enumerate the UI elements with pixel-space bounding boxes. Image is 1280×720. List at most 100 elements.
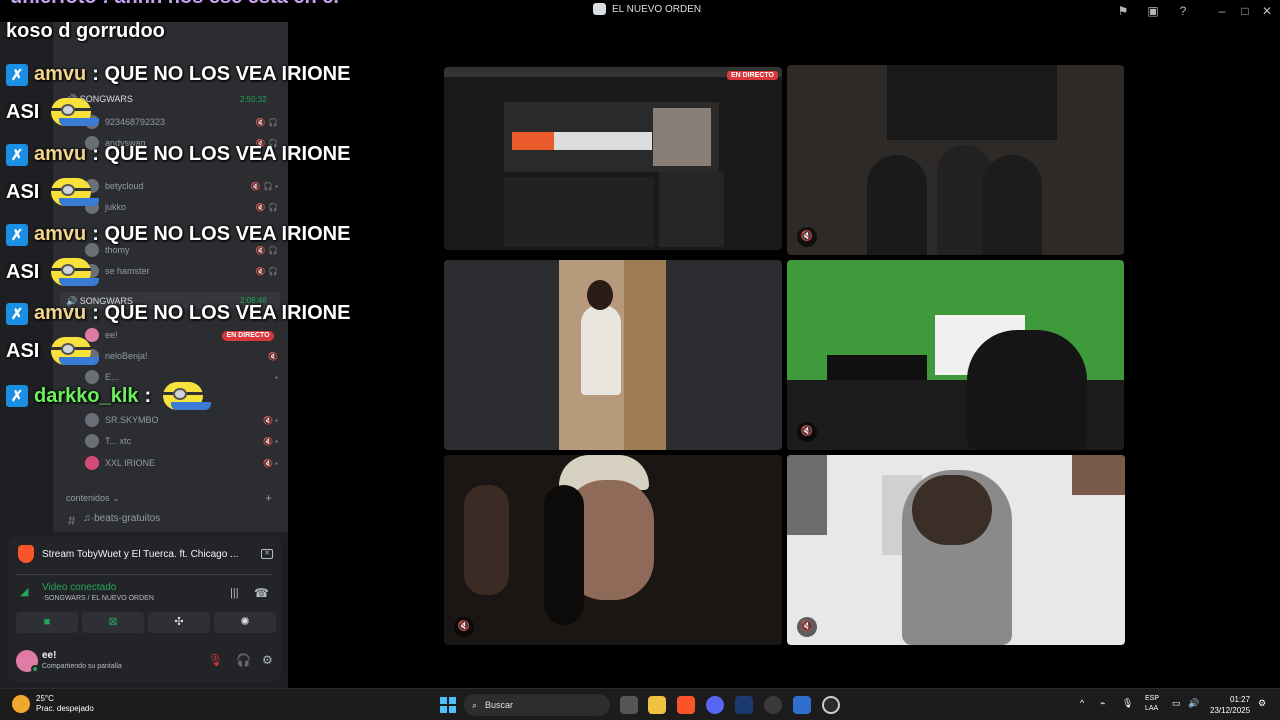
media-player-icon[interactable] xyxy=(822,696,840,714)
steam-icon[interactable] xyxy=(735,696,753,714)
start-button[interactable] xyxy=(440,697,456,713)
activities-button[interactable]: ✣ xyxy=(148,612,210,633)
volume-icon[interactable]: 🔊 xyxy=(1188,698,1199,709)
chat-message: ✗ amvu : QUE NO LOS VEA IRIONE xyxy=(6,63,350,86)
person xyxy=(581,305,621,395)
windows-icon xyxy=(440,697,447,704)
add-channel-icon[interactable]: + xyxy=(265,491,272,505)
kick-icon: ✗ xyxy=(6,302,28,325)
wifi-icon[interactable]: ▭ xyxy=(1172,698,1181,709)
video-tile[interactable] xyxy=(444,260,782,450)
taskbar: 25°C Prac. despejado ⌕ Buscar ^ ⌁ 🎙 ESP … xyxy=(0,688,1280,720)
disconnect-icon[interactable]: ☎ xyxy=(254,586,269,600)
help-icon[interactable]: ? xyxy=(1175,3,1191,19)
screen-icon[interactable]: ▣ xyxy=(1145,3,1161,19)
window-title-text: EL NUEVO ORDEN xyxy=(612,3,702,15)
screenshare-button[interactable]: ⊠ xyxy=(82,612,144,633)
search-placeholder: Buscar xyxy=(485,700,514,710)
soundboard-button[interactable]: ✺ xyxy=(214,612,276,633)
muted-icon: 🔇 xyxy=(797,227,817,247)
minimize-icon[interactable]: – xyxy=(1214,3,1230,19)
inbox-icon[interactable]: ⚑ xyxy=(1115,3,1131,19)
search-box[interactable]: ⌕ Buscar xyxy=(464,694,610,716)
member-row[interactable]: XXL IRIONE 🔇 ▪ xyxy=(53,453,288,473)
stop-stream-icon[interactable]: ✕ xyxy=(261,549,273,559)
close-icon[interactable]: ✕ xyxy=(1259,3,1275,19)
video-tile[interactable]: 🔇 xyxy=(787,260,1124,450)
kick-icon: ✗ xyxy=(6,63,28,86)
video-tile[interactable]: 🔇 xyxy=(787,455,1125,645)
kick-icon: ✗ xyxy=(6,385,28,407)
blanket xyxy=(1072,455,1125,495)
headphones-icon[interactable]: 🎧 xyxy=(236,653,251,667)
sun-icon xyxy=(12,695,30,713)
brave-icon[interactable] xyxy=(677,696,695,714)
curtain xyxy=(624,260,666,450)
camera-button[interactable]: ■ xyxy=(16,612,78,633)
avatar xyxy=(85,456,99,470)
voice-panel: Stream TobyWuet y El Tuerca. ft. Chicago… xyxy=(8,536,281,682)
wall-posters xyxy=(787,455,827,535)
settings-icon[interactable]: ⚙ xyxy=(262,653,273,667)
cover-art xyxy=(653,108,711,166)
clock[interactable]: 01:27 23/12/2025 xyxy=(1210,694,1250,716)
comments-area xyxy=(504,177,654,247)
chat-overlay: unierfoto : ahhh nos ese esta en el koso… xyxy=(0,0,420,420)
file-explorer-icon[interactable] xyxy=(648,696,666,714)
text-channel-beats[interactable]: # ♫·beats-gratuitos xyxy=(68,513,160,528)
waveform xyxy=(512,132,652,150)
soundboard-icon: ✺ xyxy=(240,616,250,628)
signal-icon[interactable]: ◢ xyxy=(20,585,32,598)
discord-icon[interactable] xyxy=(706,696,724,714)
video-tile[interactable]: 🔇 xyxy=(444,455,782,645)
brave-icon xyxy=(18,545,34,563)
mic-icon[interactable]: 🎙 xyxy=(1122,698,1133,709)
chatgpt-icon[interactable] xyxy=(764,696,782,714)
muted-icon: 🔇 xyxy=(797,617,817,637)
voice-status[interactable]: Video conectado xyxy=(42,582,116,593)
notepad-icon[interactable] xyxy=(793,696,811,714)
minion-emote-icon xyxy=(45,96,103,128)
hair xyxy=(544,485,584,625)
minion-emote-icon xyxy=(45,256,103,288)
camera-feed xyxy=(559,260,666,450)
category-header[interactable]: contenidos ⌄ xyxy=(66,493,120,504)
language-indicator[interactable]: ESP LAA xyxy=(1145,694,1159,714)
video-tile[interactable]: 🔇 xyxy=(787,65,1124,255)
muted-icon: 🔇 xyxy=(797,422,817,442)
voice-location[interactable]: ·SONGWARS / EL NUEVO ORDEN xyxy=(42,595,154,602)
chat-message-cont: ASI xyxy=(6,256,103,288)
mic-muted-icon[interactable]: 🎙 xyxy=(208,653,223,667)
username[interactable]: ee! xyxy=(42,650,56,661)
weather-widget[interactable]: 25°C Prac. despejado xyxy=(12,694,94,714)
activities-icon: ✣ xyxy=(174,616,184,628)
screenshare-icon: ⊠ xyxy=(108,616,118,628)
notifications-icon[interactable]: ⚙ xyxy=(1258,698,1266,709)
kick-icon: ✗ xyxy=(6,143,28,166)
chat-message: ✗ amvu : QUE NO LOS VEA IRIONE xyxy=(6,302,350,325)
person-head xyxy=(912,475,992,545)
network-icon[interactable]: ⌁ xyxy=(1100,698,1105,709)
hand xyxy=(464,485,509,595)
temperature: 25°C xyxy=(36,694,54,703)
minion-emote-icon xyxy=(45,335,103,367)
chat-message: ✗ amvu : QUE NO LOS VEA IRIONE xyxy=(6,223,350,246)
mute-icon: 🔇 ▪ xyxy=(262,458,278,468)
camera-icon: ■ xyxy=(43,616,51,628)
chat-message: ✗ darkko_klk : xyxy=(6,380,215,412)
chat-message-cont: ASI xyxy=(6,96,103,128)
noise-suppression-icon[interactable]: ||| xyxy=(230,587,239,599)
mute-icon: 🔇 ▪ xyxy=(262,436,278,446)
chat-message: ✗ amvu : QUE NO LOS VEA IRIONE xyxy=(6,143,350,166)
task-view-icon[interactable] xyxy=(620,696,638,714)
tray-chevron-icon[interactable]: ^ xyxy=(1080,698,1084,708)
maximize-icon[interactable]: □ xyxy=(1237,3,1253,19)
screenshare-tile[interactable]: EN DIRECTO xyxy=(444,67,782,250)
chat-message-cont: koso d gorrudoo xyxy=(6,20,165,42)
window-title: EL NUEVO ORDEN xyxy=(593,3,701,15)
stream-row[interactable]: Stream TobyWuet y El Tuerca. ft. Chicago… xyxy=(18,542,273,566)
person xyxy=(967,330,1087,450)
member-row[interactable]: T... xtc 🔇 ▪ xyxy=(53,431,288,451)
person xyxy=(982,155,1042,255)
minion-emote-icon xyxy=(45,176,103,208)
